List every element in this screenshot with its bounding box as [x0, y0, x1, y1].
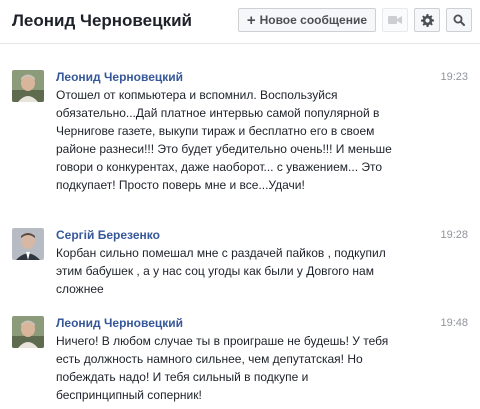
- message-text: Ничего! В любом случае ты в проиграше не…: [56, 334, 389, 402]
- avatar[interactable]: [12, 70, 44, 102]
- avatar[interactable]: [12, 316, 44, 348]
- avatar-photo-icon: [12, 228, 44, 260]
- search-button[interactable]: [446, 8, 472, 32]
- message-item: Сергій Березенко 19:28 Корбан сильно пом…: [12, 228, 468, 308]
- settings-button[interactable]: [414, 8, 440, 32]
- message-text: Отошел от копмьютера и вспомнил. Восполь…: [56, 88, 392, 192]
- avatar[interactable]: [12, 228, 44, 260]
- message-author[interactable]: Сергій Березенко: [56, 228, 160, 242]
- avatar-photo-icon: [12, 316, 44, 348]
- message-timestamp: 19:48: [440, 317, 468, 329]
- gear-icon: [420, 13, 434, 27]
- video-call-button[interactable]: [382, 8, 408, 32]
- message-item: Леонид Черновецкий 19:23 Отошел от копмь…: [12, 70, 468, 220]
- video-camera-icon: [388, 16, 402, 24]
- message-author[interactable]: Леонид Черновецкий: [56, 70, 183, 84]
- message-text: Корбан сильно помешал мне с раздачей пай…: [56, 246, 386, 296]
- avatar-photo-icon: [12, 70, 44, 102]
- header-toolbar: + Новое сообщение: [237, 8, 472, 32]
- message-timestamp: 19:23: [440, 71, 468, 83]
- conversation-header: Леонид Черновецкий + Новое сообщение: [0, 0, 480, 44]
- search-icon: [453, 14, 465, 26]
- message-item: Леонид Черновецкий 19:48 Ничего! В любом…: [12, 316, 468, 408]
- plus-icon: +: [246, 11, 256, 29]
- new-message-label: Новое сообщение: [259, 13, 367, 27]
- message-author[interactable]: Леонид Черновецкий: [56, 316, 183, 330]
- message-timestamp: 19:28: [440, 229, 468, 241]
- new-message-button[interactable]: + Новое сообщение: [237, 8, 376, 32]
- conversation-title[interactable]: Леонид Черновецкий: [12, 11, 192, 31]
